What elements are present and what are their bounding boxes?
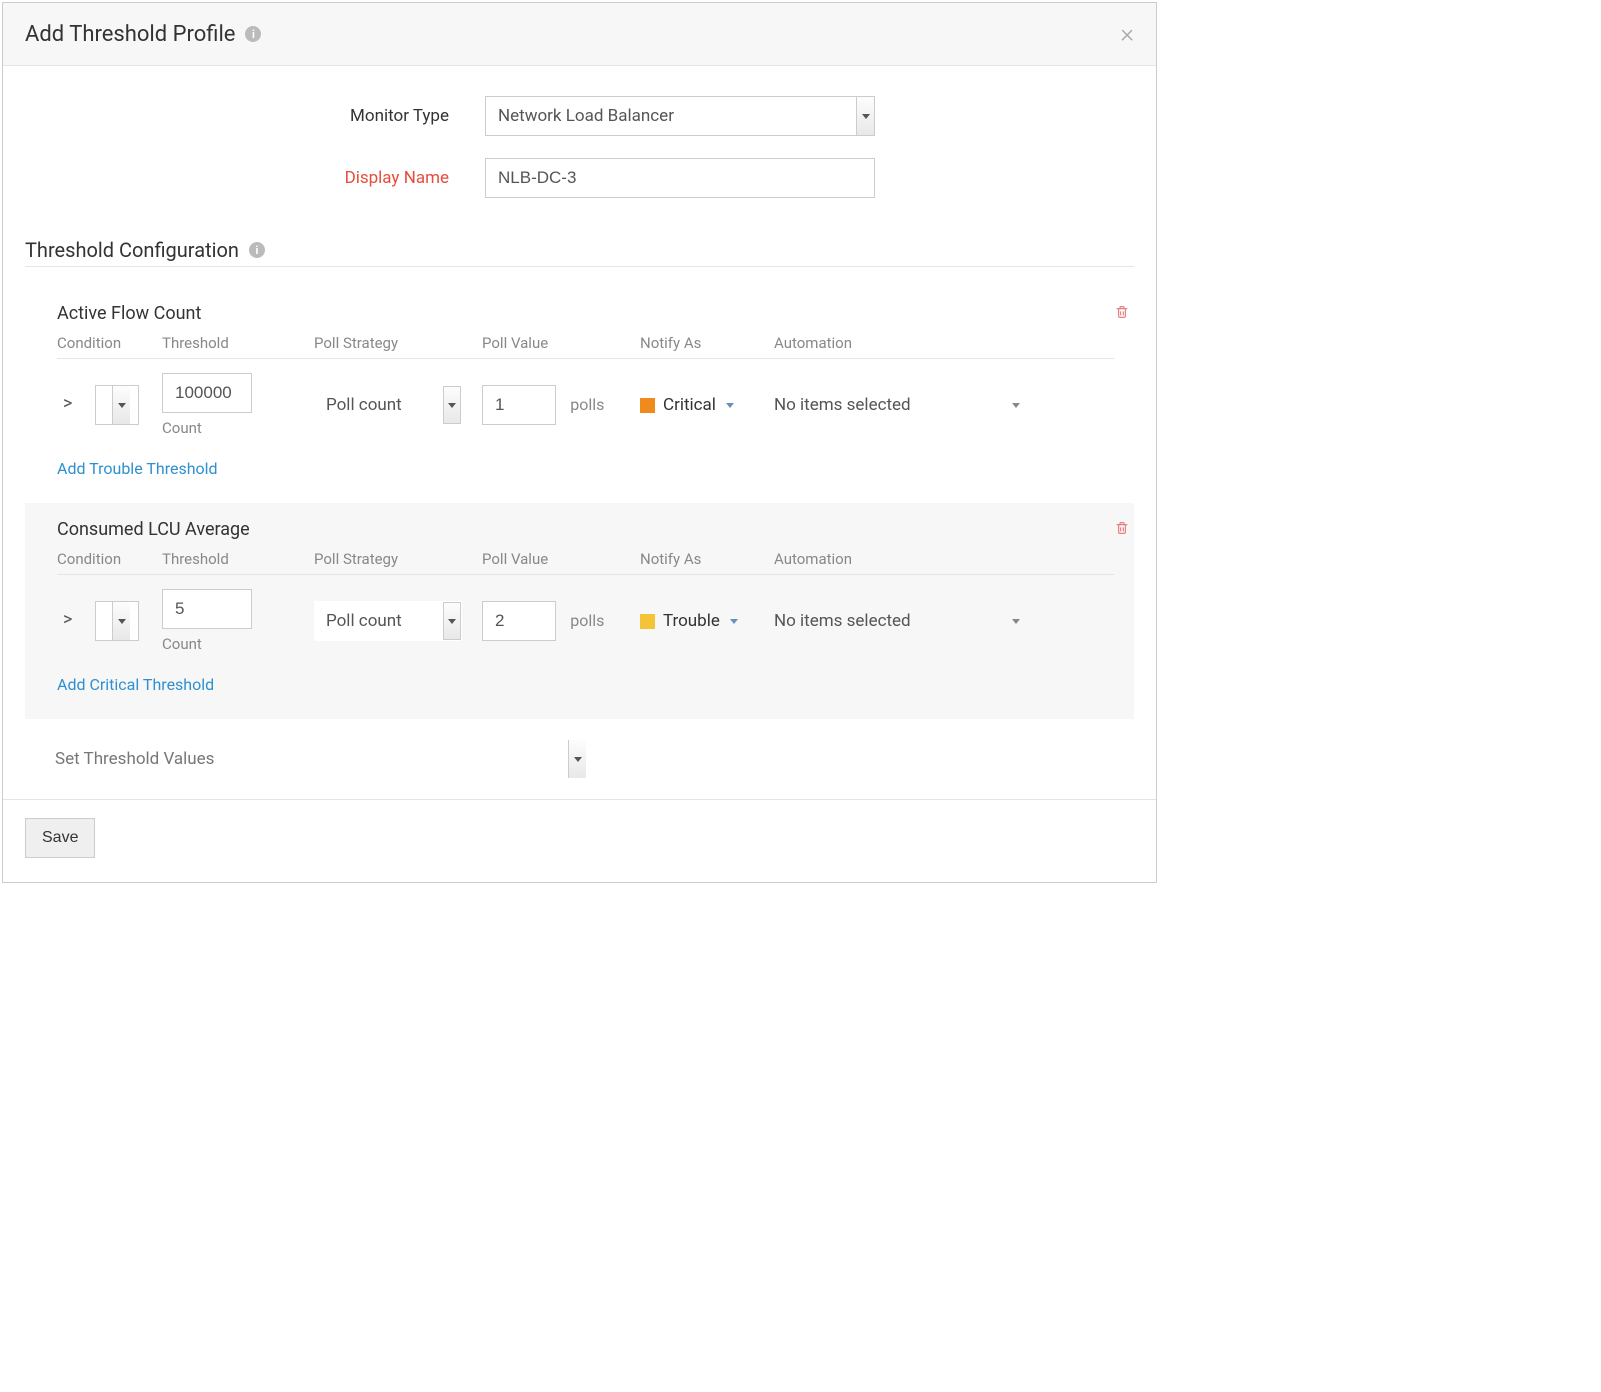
condition-select[interactable]: [95, 601, 131, 641]
poll-strategy-select[interactable]: Poll count: [314, 601, 462, 641]
threshold-input[interactable]: [162, 373, 252, 413]
poll-strategy-value: Poll count: [314, 385, 462, 425]
threshold-input[interactable]: [162, 589, 252, 629]
automation-value: No items selected: [774, 395, 911, 415]
column-headers: Condition Threshold Poll Strategy Poll V…: [57, 334, 1114, 359]
poll-value-input[interactable]: [482, 601, 556, 641]
modal: Add Threshold Profile i × Monitor Type N…: [2, 2, 1157, 883]
display-name-input[interactable]: [485, 158, 875, 198]
threshold-cell: Count: [162, 373, 314, 437]
add-critical-threshold-link[interactable]: Add Critical Threshold: [57, 675, 214, 694]
threshold-row: > Count Poll count: [57, 359, 1114, 437]
column-headers: Condition Threshold Poll Strategy Poll V…: [57, 550, 1114, 575]
info-icon[interactable]: i: [249, 242, 265, 258]
display-name-label: Display Name: [25, 168, 485, 188]
poll-strategy-cell: Poll count: [314, 385, 482, 425]
threshold-unit: Count: [162, 635, 314, 653]
polls-label: polls: [570, 395, 604, 414]
threshold-title: Consumed LCU Average: [57, 519, 1114, 540]
threshold-title: Active Flow Count: [57, 303, 1114, 324]
chevron-down-icon: [726, 403, 734, 408]
threshold-unit: Count: [162, 419, 314, 437]
poll-value-cell: polls: [482, 601, 640, 641]
trash-icon[interactable]: [1114, 519, 1130, 542]
notify-as-select[interactable]: Critical: [640, 395, 774, 415]
automation-select[interactable]: No items selected: [774, 611, 1020, 631]
threshold-block: Consumed LCU Average Condition Threshold…: [25, 503, 1134, 719]
info-icon[interactable]: i: [245, 26, 261, 42]
trash-icon[interactable]: [1114, 303, 1130, 326]
condition-cell: >: [57, 601, 162, 641]
threshold-row: > Count Poll count: [57, 575, 1114, 653]
col-poll-strategy: Poll Strategy: [314, 550, 482, 568]
divider: [25, 266, 1134, 267]
automation-select[interactable]: No items selected: [774, 395, 1020, 415]
notify-as-select[interactable]: Trouble: [640, 611, 774, 631]
modal-footer: Save: [3, 799, 1156, 882]
poll-strategy-select[interactable]: Poll count: [314, 385, 462, 425]
notify-cell: Critical: [640, 395, 774, 415]
col-automation: Automation: [774, 550, 1114, 568]
condition-select[interactable]: [95, 385, 131, 425]
col-condition: Condition: [57, 334, 162, 352]
chevron-down-icon: [730, 619, 738, 624]
section-header: Threshold Configuration i: [25, 238, 1134, 262]
col-notify-as: Notify As: [640, 334, 774, 352]
col-threshold: Threshold: [162, 334, 314, 352]
chevron-down-icon: [1012, 619, 1020, 624]
col-threshold: Threshold: [162, 550, 314, 568]
condition-symbol: >: [57, 609, 91, 630]
notify-cell: Trouble: [640, 611, 774, 631]
save-button[interactable]: Save: [25, 818, 95, 858]
set-threshold-value: Set Threshold Values: [43, 739, 587, 779]
display-name-row: Display Name: [25, 158, 1134, 198]
severity-color-icon: [640, 614, 655, 629]
condition-symbol: >: [57, 393, 91, 414]
col-poll-value: Poll Value: [482, 550, 640, 568]
poll-strategy-cell: Poll count: [314, 601, 482, 641]
col-poll-value: Poll Value: [482, 334, 640, 352]
monitor-type-label: Monitor Type: [25, 106, 485, 126]
add-trouble-threshold-link[interactable]: Add Trouble Threshold: [57, 459, 218, 478]
modal-body: Monitor Type Network Load Balancer Displ…: [3, 66, 1156, 799]
monitor-type-value: Network Load Balancer: [485, 96, 875, 136]
notify-label: Trouble: [663, 611, 720, 631]
set-threshold-select[interactable]: Set Threshold Values: [43, 739, 587, 779]
poll-value-input[interactable]: [482, 385, 556, 425]
polls-label: polls: [570, 611, 604, 630]
automation-cell: No items selected: [774, 611, 1114, 631]
condition-cell: >: [57, 385, 162, 425]
modal-title-wrap: Add Threshold Profile i: [25, 22, 261, 47]
section-title: Threshold Configuration: [25, 238, 239, 262]
col-condition: Condition: [57, 550, 162, 568]
monitor-type-select[interactable]: Network Load Balancer: [485, 96, 875, 136]
col-notify-as: Notify As: [640, 550, 774, 568]
modal-header: Add Threshold Profile i ×: [3, 3, 1156, 66]
poll-value-cell: polls: [482, 385, 640, 425]
modal-title: Add Threshold Profile: [25, 22, 235, 47]
automation-value: No items selected: [774, 611, 911, 631]
severity-color-icon: [640, 398, 655, 413]
threshold-block: Active Flow Count Condition Threshold Po…: [25, 287, 1134, 503]
notify-label: Critical: [663, 395, 716, 415]
col-poll-strategy: Poll Strategy: [314, 334, 482, 352]
threshold-cell: Count: [162, 589, 314, 653]
automation-cell: No items selected: [774, 395, 1114, 415]
monitor-type-row: Monitor Type Network Load Balancer: [25, 96, 1134, 136]
close-icon[interactable]: ×: [1120, 21, 1134, 47]
col-automation: Automation: [774, 334, 1114, 352]
poll-strategy-value: Poll count: [314, 601, 462, 641]
chevron-down-icon: [1012, 403, 1020, 408]
